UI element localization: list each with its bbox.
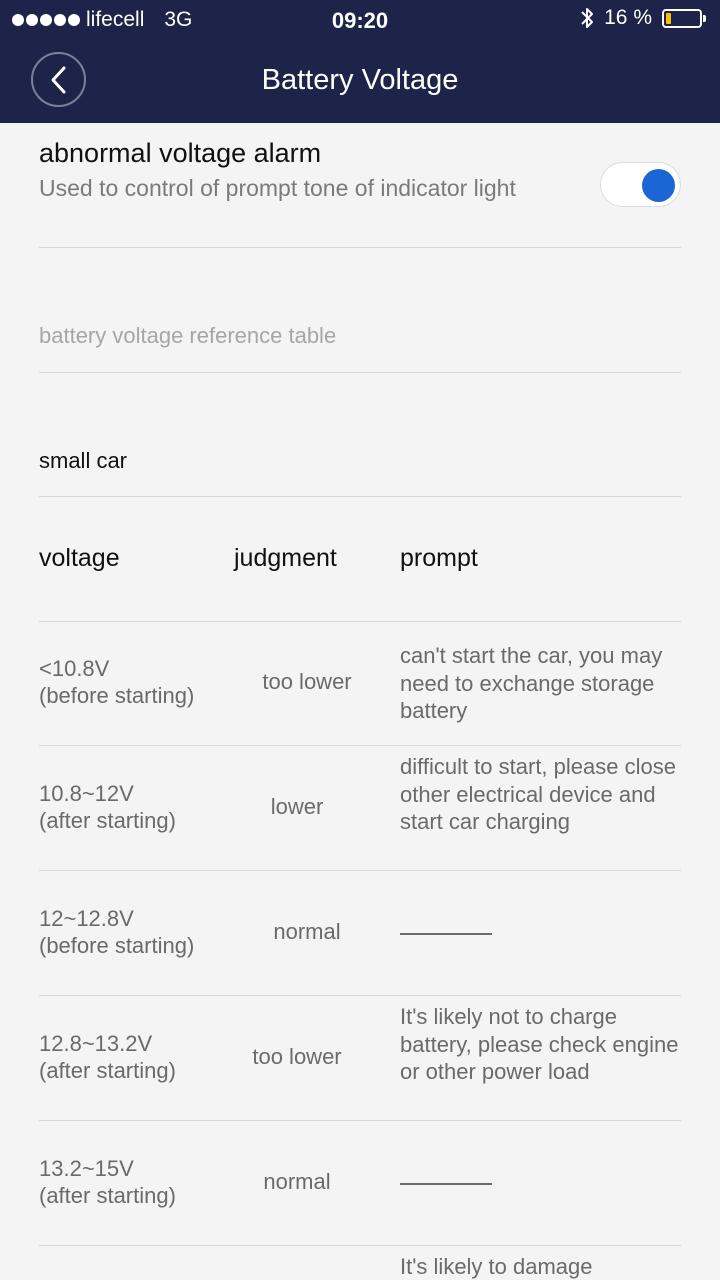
voltage-range: 13.2~15V bbox=[39, 1156, 134, 1181]
table-row: 10.8~12V (after starting) lower difficul… bbox=[0, 746, 720, 871]
judgment-value: too lower bbox=[262, 669, 352, 694]
voltage-range: <10.8V bbox=[39, 656, 110, 681]
judgment-value: too lower bbox=[252, 1044, 342, 1069]
divider bbox=[39, 372, 681, 373]
status-bar: lifecell 3G 09:20 16 % bbox=[0, 0, 720, 40]
table-row: It's likely to damage bbox=[0, 1246, 720, 1280]
table-row: <10.8V (before starting) too lower can't… bbox=[0, 621, 720, 746]
page-title: Battery Voltage bbox=[261, 64, 459, 96]
alarm-title: abnormal voltage alarm bbox=[39, 138, 322, 168]
header-judgment: judgment bbox=[234, 544, 337, 572]
bluetooth-icon bbox=[580, 6, 594, 30]
header-voltage: voltage bbox=[39, 544, 120, 572]
prompt-text: difficult to start, please close other e… bbox=[400, 754, 676, 834]
prompt-empty-dash bbox=[400, 1183, 492, 1185]
table-row: 12~12.8V (before starting) normal bbox=[0, 871, 720, 996]
voltage-condition: (before starting) bbox=[39, 933, 195, 958]
voltage-condition: (after starting) bbox=[39, 1183, 176, 1208]
judgment-value: lower bbox=[270, 794, 324, 819]
voltage-condition: (after starting) bbox=[39, 1058, 176, 1083]
table-row: 13.2~15V (after starting) normal bbox=[0, 1121, 720, 1246]
judgment-value: normal bbox=[273, 919, 341, 944]
divider bbox=[39, 496, 681, 497]
alarm-description: Used to control of prompt tone of indica… bbox=[39, 175, 516, 201]
battery-icon bbox=[662, 8, 706, 28]
prompt-empty-dash bbox=[400, 933, 492, 935]
car-type-label: small car bbox=[39, 448, 128, 473]
alarm-toggle[interactable] bbox=[600, 162, 681, 207]
judgment-value: normal bbox=[263, 1169, 331, 1194]
voltage-condition: (after starting) bbox=[39, 808, 176, 833]
reference-table-title: battery voltage reference table bbox=[39, 323, 337, 348]
status-right: 16 % bbox=[580, 6, 706, 30]
divider bbox=[39, 247, 681, 248]
prompt-text: It's likely not to charge battery, pleas… bbox=[400, 1004, 679, 1084]
voltage-range: 12~12.8V bbox=[39, 906, 134, 931]
header-prompt: prompt bbox=[400, 544, 478, 572]
toggle-knob bbox=[642, 169, 675, 202]
voltage-range: 12.8~13.2V bbox=[39, 1031, 153, 1056]
prompt-text: can't start the car, you may need to exc… bbox=[400, 643, 663, 723]
prompt-text: It's likely to damage bbox=[400, 1254, 593, 1279]
navigation-bar: Battery Voltage bbox=[0, 40, 720, 123]
voltage-range: 10.8~12V bbox=[39, 781, 134, 806]
table-row: 12.8~13.2V (after starting) too lower It… bbox=[0, 996, 720, 1121]
voltage-condition: (before starting) bbox=[39, 683, 195, 708]
battery-percent: 16 % bbox=[604, 6, 652, 29]
top-bar: lifecell 3G 09:20 16 % Battery Voltage bbox=[0, 0, 720, 123]
